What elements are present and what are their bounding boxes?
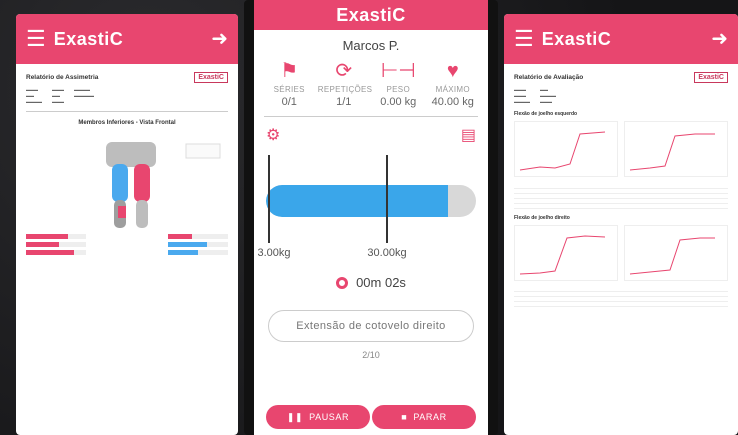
- metric-row: [26, 234, 228, 239]
- report-logo: ExastiC: [694, 72, 728, 83]
- stat-series: ⚑ SÉRIES 0/1: [263, 59, 315, 108]
- legs-diagram: [106, 142, 221, 228]
- menu-icon[interactable]: ☰: [26, 28, 46, 50]
- tool-row: ⚙ ▤: [254, 125, 488, 145]
- dumbbell-icon: ⊢⊣: [380, 60, 416, 82]
- mini-chart: [514, 121, 618, 177]
- timer-icon: [336, 276, 349, 289]
- gear-icon[interactable]: ⚙: [266, 125, 280, 145]
- data-table: [514, 183, 728, 209]
- left-screen: ☰ ExastiC ➜ Relatório de Assimetria Exas…: [16, 14, 238, 435]
- evaluation-report: Relatório de Avaliação ExastiC ▬▬▬ ▬▬▬ ▬▬▬…: [504, 64, 738, 321]
- mid-app-bar: ExastiC: [254, 0, 488, 30]
- pause-icon: ❚❚: [286, 411, 304, 422]
- exercise-name[interactable]: Extensão de cotovelo direito: [268, 310, 474, 342]
- data-table: [514, 286, 728, 307]
- report-logo: ExastiC: [194, 72, 228, 83]
- exercise-count: 2/10: [362, 350, 380, 360]
- load-gauge: 3.00kg 30.00kg: [257, 155, 476, 265]
- stop-button[interactable]: ■ PARAR: [372, 405, 476, 429]
- mini-chart: [624, 224, 728, 281]
- right-app-bar: ☰ ExastiC ➜: [504, 14, 738, 64]
- section-right-knee: Flexão de joelho direito: [514, 214, 570, 221]
- right-screen: ☰ ExastiC ➜ Relatório de Avaliação Exast…: [504, 14, 738, 435]
- session-screen: ExastiC Marcos P. ⚑ SÉRIES 0/1 ⟳ REPETIÇ…: [254, 0, 488, 435]
- stop-icon: ■: [401, 412, 408, 422]
- metric-row: [26, 250, 228, 255]
- report-title: Relatório de Assimetria: [26, 74, 99, 81]
- back-arrow-icon[interactable]: ➜: [211, 29, 228, 49]
- stat-max: ♥ MÁXIMO 40.00 kg: [427, 59, 479, 108]
- middle-phone: ExastiC Marcos P. ⚑ SÉRIES 0/1 ⟳ REPETIÇ…: [244, 0, 498, 435]
- min-label: 3.00kg: [257, 247, 291, 259]
- flag-icon: ⚑: [280, 60, 299, 82]
- max-label: 30.00kg: [367, 247, 407, 259]
- report-title: Relatório de Avaliação: [514, 74, 584, 81]
- chart-icon[interactable]: ▤: [461, 125, 476, 145]
- gauge-fill: [266, 185, 448, 217]
- session-timer: 00m 02s: [254, 275, 488, 290]
- max-tick: [386, 155, 388, 243]
- report-meta: ▬▬▬ ▬▬ ▬▬▬▬ ▬▬▬ ▬▬ ▬▬▬ ▬▬▬▬ ▬▬▬▬▬: [26, 87, 94, 104]
- section-left-knee: Flexão de joelho esquerdo: [514, 111, 578, 117]
- stat-weight: ⊢⊣ PESO 0.00 kg: [372, 59, 424, 108]
- stats-row: ⚑ SÉRIES 0/1 ⟳ REPETIÇÕES 1/1 ⊢⊣ PESO 0.…: [254, 59, 488, 108]
- app-logo: ExastiC: [541, 28, 612, 49]
- app-logo: ExastiC: [336, 4, 406, 25]
- metric-row: [26, 242, 228, 247]
- pause-button[interactable]: ❚❚ PAUSAR: [266, 405, 370, 429]
- mini-chart: [624, 121, 728, 177]
- back-arrow-icon[interactable]: ➜: [711, 29, 728, 49]
- gauge-track: [266, 185, 476, 217]
- muscle-icon: ♥: [446, 60, 459, 82]
- app-logo: ExastiC: [53, 28, 124, 49]
- stat-repetitions: ⟳ REPETIÇÕES 1/1: [317, 60, 373, 108]
- left-phone: ☰ ExastiC ➜ Relatório de Assimetria Exas…: [16, 14, 238, 435]
- mini-chart: [514, 224, 618, 281]
- showcase-stage: ☰ ExastiC ➜ Relatório de Assimetria Exas…: [0, 0, 738, 435]
- min-tick: [268, 155, 270, 243]
- asymmetry-report: Relatório de Assimetria ExastiC ▬▬▬ ▬▬ ▬▬▬…: [16, 64, 238, 266]
- left-app-bar: ☰ ExastiC ➜: [16, 14, 238, 64]
- right-phone: ☰ ExastiC ➜ Relatório de Avaliação Exast…: [504, 14, 738, 435]
- patient-name: Marcos P.: [342, 38, 400, 53]
- menu-icon[interactable]: ☰: [514, 28, 534, 50]
- repeat-icon: ⟳: [335, 60, 353, 82]
- chart-title: Membros Inferiores - Vista Frontal: [78, 120, 176, 126]
